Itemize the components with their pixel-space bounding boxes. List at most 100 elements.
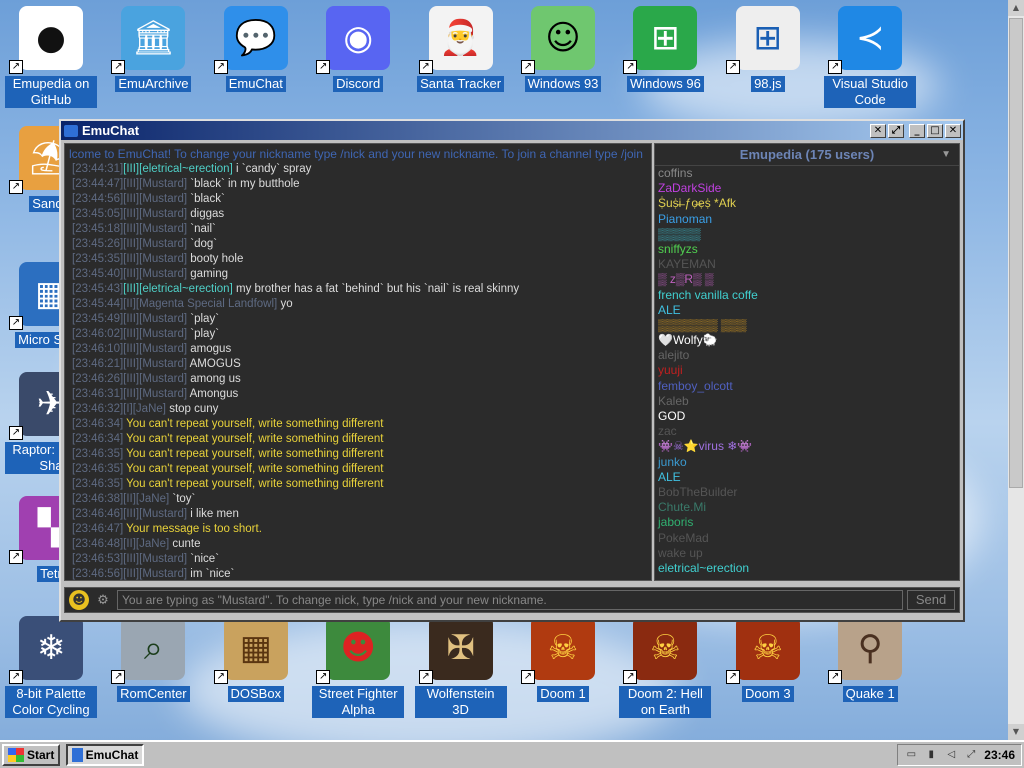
desktop-icon-emupedia-on-github[interactable]: ● ↗ Emupedia on GitHub [5,6,97,108]
user-list-item[interactable]: 👾☠⭐virus ❄👾 [655,439,959,454]
user-list-item[interactable]: sniffyzs [655,242,959,257]
user-list-item[interactable]: coffins [655,166,959,181]
channel-selector[interactable]: Emupedia (175 users) ▼ [655,144,959,166]
chat-tray-icon[interactable]: ▭ [904,749,918,761]
message-nick[interactable]: [III][Mustard] [123,568,187,580]
page-scrollbar[interactable]: ▲ ▼ [1008,0,1024,740]
user-list-item[interactable]: wake up [655,546,959,561]
desktop-icon-emuarchive[interactable]: 🏛 ↗ EmuArchive [107,6,199,92]
message-nick[interactable]: [III][Mustard] [123,253,187,265]
user-list-item[interactable]: ALE [655,470,959,485]
desktop-icon-windows-96[interactable]: ⊞ ↗ Windows 96 [619,6,711,92]
message-nick[interactable]: [III][Mustard] [123,313,187,325]
desktop-icon-8-bit-palette-color-cycling[interactable]: ❄ ↗ 8-bit Palette Color Cycling [5,616,97,718]
desktop-icon-romcenter[interactable]: ⌕ ↗ RomCenter [107,616,199,702]
window-titlebar[interactable]: EmuChat ✕ ⤢ _ □ ✕ [61,121,963,140]
user-list-panel[interactable]: Emupedia (175 users) ▼ coffins ZaDarkSide… [654,143,960,581]
user-list-item[interactable]: KAYEMAN [655,257,959,272]
message-nick[interactable]: [III][Mustard] [123,343,187,355]
user-list-item[interactable]: femboy_olcott [655,379,959,394]
scroll-thumb[interactable] [1009,18,1023,488]
user-list-item[interactable]: Chute.Mi [655,500,959,515]
windows93-icon: ☺ ↗ [521,6,595,74]
user-list-item[interactable]: ▒▒▒▒▒▒▒ ▒▒▒ [655,318,959,333]
desktop-icon-98-js[interactable]: ⊞ ↗ 98.js [722,6,814,92]
user-list-item[interactable]: BobTheBuilder [655,485,959,500]
clock[interactable]: 23:46 [984,748,1015,762]
user-list-item[interactable]: french vanilla coffe [655,288,959,303]
message-nick[interactable]: [III][Mustard] [123,268,187,280]
chevron-down-icon[interactable]: ▼ [941,144,951,166]
message-nick[interactable]: [III][Mustard] [123,178,187,190]
message-nick[interactable]: [III][Mustard] [123,358,187,370]
fullscreen-icon[interactable]: ⤢ [964,749,978,761]
chat-log[interactable]: lcome to EmuChat! To change your nicknam… [64,143,652,581]
message-nick[interactable]: [III][Mustard] [123,193,187,205]
message-nick[interactable]: [III][eletrical~erection] [123,163,233,175]
desktop-icon-wolfenstein-3d[interactable]: ✠ ↗ Wolfenstein 3D [414,616,507,718]
minimize-button[interactable]: _ [909,123,925,138]
shortcut-arrow-icon: ↗ [9,60,23,74]
user-list-item[interactable]: zac [655,424,959,439]
message-nick[interactable]: [II][Magenta Special Landfowl] [123,298,277,310]
message-nick[interactable]: [II][JaNe] [123,538,169,550]
desktop-icon-doom-1[interactable]: ☠ ↗ Doom 1 [517,616,609,702]
desktop-icon-windows-93[interactable]: ☺ ↗ Windows 93 [517,6,609,92]
user-list-item[interactable]: Ṩuṩi̶ ƒọ̶ẹṩ *Afk [655,196,959,211]
message-nick[interactable]: [II][JaNe] [123,493,169,505]
popout-icon[interactable]: ⤢ [888,123,904,138]
shortcut-arrow-icon: ↗ [316,670,331,684]
message-nick[interactable]: [III][eletrical~erection] [123,283,233,295]
message-nick[interactable]: [III][Mustard] [123,238,187,250]
desktop-icon-emuchat[interactable]: 💬 ↗ EmuChat [210,6,302,92]
desktop-icon-dosbox[interactable]: ▦ ↗ DOSBox [210,616,302,702]
desktop-icon-label: Emupedia on GitHub [5,76,97,108]
speaker-icon[interactable]: ◁ [944,749,958,761]
desktop-icon-santa-tracker[interactable]: 🎅 ↗ Santa Tracker [415,6,507,92]
user-list-item[interactable]: junko [655,455,959,470]
desktop-icon-street-fighter-alpha[interactable]: ☻ ↗ Street Fighter Alpha [312,616,405,718]
desktop-icon-doom-3[interactable]: ☠ ↗ Doom 3 [722,616,814,702]
scroll-down-icon[interactable]: ▼ [1008,724,1024,740]
user-list-item[interactable]: GOD [655,409,959,424]
gear-icon[interactable]: ⚙ [93,590,113,610]
message-nick[interactable]: [III][Mustard] [123,553,187,565]
chat-message: [23:46:35] You can't repeat yourself, wr… [65,462,651,477]
message-text: my brother has a fat `behind` but his `n… [235,283,520,295]
user-list-item[interactable]: ▒▒▒▒▒ [655,227,959,242]
taskbar-item-emuchat[interactable]: EmuChat [66,744,145,766]
user-list-item[interactable]: 🤍Wolfy🐑 [655,333,959,348]
message-nick[interactable]: [III][Mustard] [123,508,187,520]
maximize-button[interactable]: □ [927,123,943,138]
close-button[interactable]: ✕ [945,123,961,138]
network-icon[interactable]: ▮ [924,749,938,761]
user-list-item[interactable]: ▒ z▒R▒ ▒ [655,272,959,287]
desktop-icon-discord[interactable]: ◉ ↗ Discord [312,6,404,92]
desktop-icon-quake-1[interactable]: ⚲ ↗ Quake 1 [824,616,916,702]
message-nick[interactable]: [III][Mustard] [123,223,187,235]
chat-message: [23:46:38][II][JaNe] `toy` [65,492,651,507]
message-input[interactable]: You are typing as "Mustard". To change n… [117,590,903,610]
message-nick[interactable]: [III][Mustard] [123,373,187,385]
user-list-item[interactable]: alejito [655,348,959,363]
close-icon[interactable]: ✕ [870,123,886,138]
user-list-item[interactable]: yuuji [655,363,959,378]
desktop-icon-visual-studio-code[interactable]: ≺ ↗ Visual Studio Code [824,6,917,108]
desktop-icon-doom-2-hell-on-earth[interactable]: ☠ ↗ Doom 2: Hell on Earth [619,616,712,718]
user-list-item[interactable]: ALE [655,303,959,318]
user-list-item[interactable]: Pianoman [655,212,959,227]
scroll-up-icon[interactable]: ▲ [1008,0,1024,16]
message-nick[interactable]: [I][JaNe] [123,403,166,415]
send-button[interactable]: Send [907,590,955,610]
message-nick[interactable]: [III][Mustard] [123,328,187,340]
desktop-icon-label: Doom 3 [742,686,794,702]
emoji-icon[interactable]: ☻ [69,590,89,610]
user-list-item[interactable]: eletrical~erection [655,561,959,576]
user-list-item[interactable]: jaboris [655,515,959,530]
user-list-item[interactable]: ZaDarkSide [655,181,959,196]
start-button[interactable]: Start [2,744,61,766]
message-nick[interactable]: [III][Mustard] [123,388,187,400]
user-list-item[interactable]: PokeMad [655,531,959,546]
message-nick[interactable]: [III][Mustard] [123,208,187,220]
user-list-item[interactable]: Kaleb [655,394,959,409]
